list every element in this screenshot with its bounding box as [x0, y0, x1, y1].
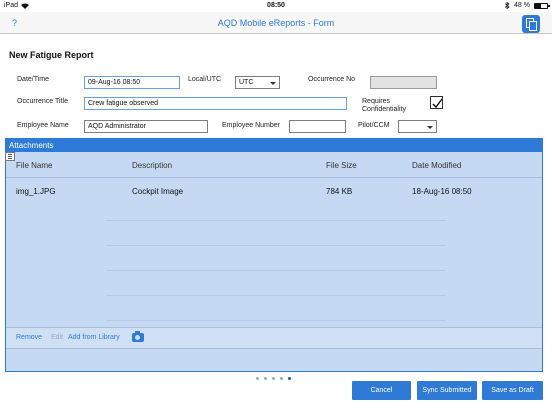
edit-button: Edit: [51, 334, 64, 341]
bluetooth-icon: [505, 2, 510, 9]
column-date-modified[interactable]: Date Modified: [412, 161, 461, 170]
column-file-name[interactable]: File Name: [16, 161, 52, 170]
localutc-value: UTC: [239, 79, 254, 86]
status-bar: iPad 08:50 48 %: [0, 0, 552, 12]
sync-submitted-button[interactable]: Sync Submitted: [417, 381, 477, 400]
employee-number-label: Employee Number: [222, 122, 280, 129]
page-dot[interactable]: [272, 377, 275, 380]
nav-bar: ? AQD Mobile eReports - Form: [0, 12, 552, 34]
battery-fill: [535, 3, 541, 8]
occurrence-no-label: Occurrence No: [308, 76, 356, 83]
list-icon[interactable]: [5, 152, 15, 161]
datetime-field[interactable]: 09-Aug-16 08:50: [84, 76, 180, 89]
row-file-name: img_1.JPG: [16, 187, 56, 196]
attachments-header: Attachments: [6, 139, 542, 152]
remove-button[interactable]: Remove: [16, 334, 42, 341]
page-dot[interactable]: [280, 377, 283, 380]
checkmark-icon: [432, 98, 443, 109]
status-right: 48 %: [505, 2, 550, 9]
employee-number-field[interactable]: [289, 120, 346, 133]
nav-title: AQD Mobile eReports - Form: [217, 18, 335, 28]
column-description[interactable]: Description: [132, 161, 172, 170]
requires-confidentiality-checkbox[interactable]: [430, 96, 443, 109]
battery-icon: [534, 2, 550, 9]
occurrence-no-field: [370, 76, 437, 89]
employee-name-field[interactable]: AQD Administrator: [84, 120, 208, 133]
pilot-ccm-label: Pilot/CCM: [358, 122, 390, 129]
attachments-panel: Attachments File Name Description File S…: [5, 138, 543, 380]
employee-name-label: Employee Name: [17, 122, 69, 129]
requires-conf-label-1: Requires: [362, 98, 391, 105]
row-description: Cockpit Image: [132, 187, 184, 196]
column-file-size[interactable]: File Size: [326, 161, 357, 170]
empty-row-lines: [106, 196, 446, 321]
attachments-actions: Remove Edit Add from Library: [6, 327, 542, 349]
page-dot[interactable]: [264, 377, 267, 380]
requires-conf-label-2: Confidentiality: [362, 106, 406, 113]
save-as-draft-button[interactable]: Save as Draft: [482, 381, 543, 400]
page-indicator: [256, 377, 291, 380]
localutc-select[interactable]: UTC: [235, 76, 280, 89]
page-dot[interactable]: [256, 377, 259, 380]
chevron-down-icon: [427, 126, 433, 129]
attachments-grid: File Name Description File Size Date Mod…: [6, 152, 542, 380]
row-date-modified: 18-Aug-16 08:50: [412, 187, 472, 196]
row-file-size: 784 KB: [326, 187, 353, 196]
camera-icon[interactable]: [132, 331, 144, 342]
datetime-label: Date/Time: [17, 76, 50, 83]
attachments-column-headers: File Name Description File Size Date Mod…: [6, 152, 542, 178]
documents-icon[interactable]: [522, 15, 540, 33]
localutc-label: Local/UTC: [188, 76, 222, 83]
occurrence-title-field[interactable]: Crew fatigue observed: [84, 97, 347, 110]
cancel-button[interactable]: Cancel: [352, 381, 411, 400]
pilot-ccm-select[interactable]: [398, 120, 437, 133]
status-time: 08:50: [267, 2, 285, 9]
page-dot[interactable]: [288, 377, 291, 380]
add-from-library-button[interactable]: Add from Library: [68, 334, 120, 341]
chevron-down-icon: [270, 82, 276, 85]
battery-percent: 48 %: [514, 2, 530, 9]
form-title: New Fatigue Report: [9, 50, 94, 60]
occurrence-title-label: Occurrence Title: [17, 98, 68, 105]
